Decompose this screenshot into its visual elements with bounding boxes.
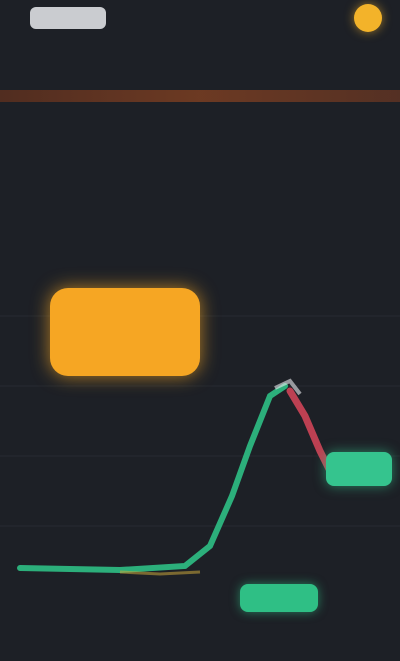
tab-2[interactable]: [36, 55, 40, 63]
top-bar: [0, 0, 400, 36]
stats-left: [196, 128, 276, 142]
announcement-banner[interactable]: [0, 90, 400, 102]
stats-right: [296, 128, 376, 142]
volume-badge: [240, 584, 318, 612]
brand-logo[interactable]: [30, 7, 106, 29]
price-line-down: [286, 387, 334, 475]
nav-tabs: [0, 42, 400, 76]
tab-5[interactable]: [108, 55, 112, 63]
volume-line: [119, 570, 201, 576]
tab-1[interactable]: [12, 55, 16, 63]
price-axis: [340, 286, 396, 616]
ticker-block: [14, 118, 194, 122]
tab-4[interactable]: [84, 55, 88, 63]
price-line-up: [17, 383, 288, 574]
trade-button[interactable]: [50, 288, 200, 376]
coin-icon[interactable]: [354, 4, 382, 32]
timeframe-selector: [0, 238, 400, 268]
tab-3[interactable]: [60, 55, 64, 63]
current-price-tag: [326, 452, 392, 486]
